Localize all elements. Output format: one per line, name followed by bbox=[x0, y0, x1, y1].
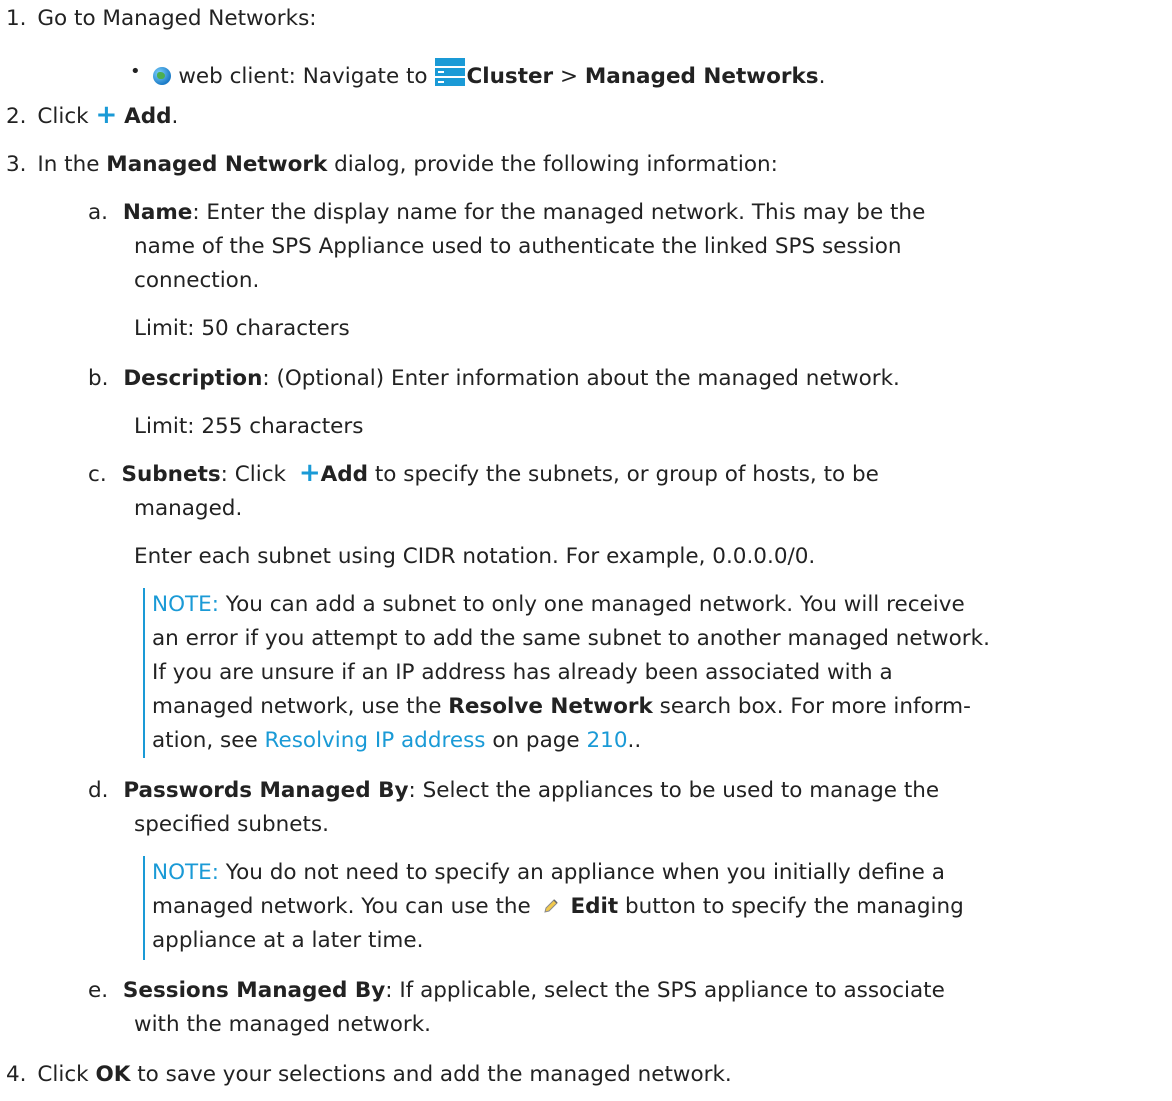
ok-label: OK bbox=[95, 1062, 131, 1087]
period: . bbox=[818, 64, 826, 89]
plus-icon: + bbox=[95, 100, 118, 130]
edit-label: Edit bbox=[570, 894, 619, 919]
item-text: : Click bbox=[220, 462, 286, 487]
item-c-cidr: Enter each subnet using CIDR notation. F… bbox=[134, 544, 816, 569]
cluster-label: Cluster bbox=[466, 64, 554, 89]
note-text: .. bbox=[627, 728, 642, 753]
note-text: on page bbox=[485, 728, 587, 753]
item-b-limit: Limit: 255 characters bbox=[134, 414, 364, 439]
step-number: 2. bbox=[6, 104, 27, 129]
add-label: Add bbox=[320, 462, 369, 487]
step-2: 2. Click + Add. bbox=[6, 102, 179, 129]
note-text: managed network, use the bbox=[152, 694, 449, 719]
globe-icon bbox=[153, 67, 172, 85]
step-1: 1. Go to Managed Networks: bbox=[6, 6, 317, 31]
note-passwords-l3: appliance at a later time. bbox=[152, 928, 424, 953]
step-text: Go to Managed Networks: bbox=[37, 6, 317, 31]
note-subnets-l5: ation, see Resolving IP address on page … bbox=[152, 728, 641, 753]
note-text: You do not need to specify an appliance … bbox=[218, 860, 945, 885]
item-letter: a. bbox=[88, 200, 109, 225]
note-text: button to specify the managing bbox=[618, 894, 964, 919]
item-a-limit: Limit: 50 characters bbox=[134, 316, 350, 341]
step-text-end: dialog, provide the following informatio… bbox=[334, 152, 778, 177]
item-letter: e. bbox=[88, 978, 109, 1003]
bullet: • bbox=[130, 61, 141, 82]
resolve-network-label: Resolve Network bbox=[448, 694, 653, 719]
item-text: : Enter the display name for the managed… bbox=[192, 200, 926, 225]
note-subnets-l3: If you are unsure if an IP address has a… bbox=[152, 660, 893, 685]
note-subnets-l4: managed network, use the Resolve Network… bbox=[152, 694, 971, 719]
cluster-icon bbox=[435, 58, 466, 86]
sep: > bbox=[553, 64, 585, 89]
managed-networks-label: Managed Networks bbox=[584, 64, 819, 89]
step-number: 4. bbox=[6, 1062, 27, 1087]
item-label: Passwords Managed By bbox=[123, 778, 409, 803]
item-text: : Select the appliances to be used to ma… bbox=[408, 778, 940, 803]
note-text: search box. For more inform- bbox=[652, 694, 971, 719]
pencil-icon bbox=[543, 899, 558, 913]
item-label: Name bbox=[122, 200, 193, 225]
step-text: In the bbox=[37, 152, 100, 177]
step-number: 1. bbox=[6, 6, 27, 31]
note-label: NOTE: bbox=[152, 860, 219, 885]
item-letter: c. bbox=[88, 462, 107, 487]
item-d-line2: specified subnets. bbox=[134, 812, 329, 837]
item-e-line2: with the managed network. bbox=[134, 1012, 431, 1037]
step-text-end: to save your selections and add the mana… bbox=[130, 1062, 732, 1087]
period: . bbox=[171, 104, 179, 129]
item-label: Description bbox=[123, 366, 263, 391]
step-number: 3. bbox=[6, 152, 27, 177]
add-label: Add bbox=[124, 104, 172, 129]
bullet-prefix: web client: Navigate to bbox=[178, 64, 428, 89]
item-a-line3: connection. bbox=[134, 268, 260, 293]
item-e: e. Sessions Managed By: If applicable, s… bbox=[88, 978, 945, 1003]
item-letter: b. bbox=[88, 366, 109, 391]
step-1-bullet: • web client: Navigate to Cluster > Mana… bbox=[130, 57, 825, 89]
item-c: c. Subnets: Click +Add to specify the su… bbox=[88, 460, 879, 487]
item-text-end: to specify the subnets, or group of host… bbox=[368, 462, 879, 487]
page-link[interactable]: 210 bbox=[586, 728, 627, 753]
item-text: : If applicable, select the SPS applianc… bbox=[385, 978, 945, 1003]
note-text: ation, see bbox=[152, 728, 265, 753]
step-text: Click bbox=[37, 1062, 89, 1087]
note-text: managed network. You can use the bbox=[152, 894, 531, 919]
item-label: Subnets bbox=[121, 462, 221, 487]
item-a: a. Name: Enter the display name for the … bbox=[88, 200, 925, 225]
note-bar bbox=[143, 856, 145, 960]
item-d: d. Passwords Managed By: Select the appl… bbox=[88, 778, 939, 803]
note-label: NOTE: bbox=[152, 592, 219, 617]
note-passwords-l2: managed network. You can use the Edit bu… bbox=[152, 894, 964, 919]
step-text: Click bbox=[37, 104, 89, 129]
note-text: You can add a subnet to only one managed… bbox=[218, 592, 965, 617]
item-b: b. Description: (Optional) Enter informa… bbox=[88, 366, 900, 391]
step-4: 4. Click OK to save your selections and … bbox=[6, 1062, 732, 1087]
item-label: Sessions Managed By bbox=[122, 978, 386, 1003]
resolving-ip-link[interactable]: Resolving IP address bbox=[265, 728, 486, 753]
note-passwords-l1: NOTE: You do not need to specify an appl… bbox=[152, 860, 945, 885]
step-3: 3. In the Managed Network dialog, provid… bbox=[6, 152, 778, 177]
item-c-line2: managed. bbox=[134, 496, 243, 521]
note-bar bbox=[143, 588, 145, 758]
item-letter: d. bbox=[88, 778, 109, 803]
note-subnets-l1: NOTE: You can add a subnet to only one m… bbox=[152, 592, 965, 617]
item-a-line2: name of the SPS Appliance used to authen… bbox=[134, 234, 902, 259]
dialog-name: Managed Network bbox=[106, 152, 328, 177]
plus-icon: + bbox=[298, 458, 321, 488]
note-subnets-l2: an error if you attempt to add the same … bbox=[152, 626, 990, 651]
item-text: : (Optional) Enter information about the… bbox=[262, 366, 900, 391]
